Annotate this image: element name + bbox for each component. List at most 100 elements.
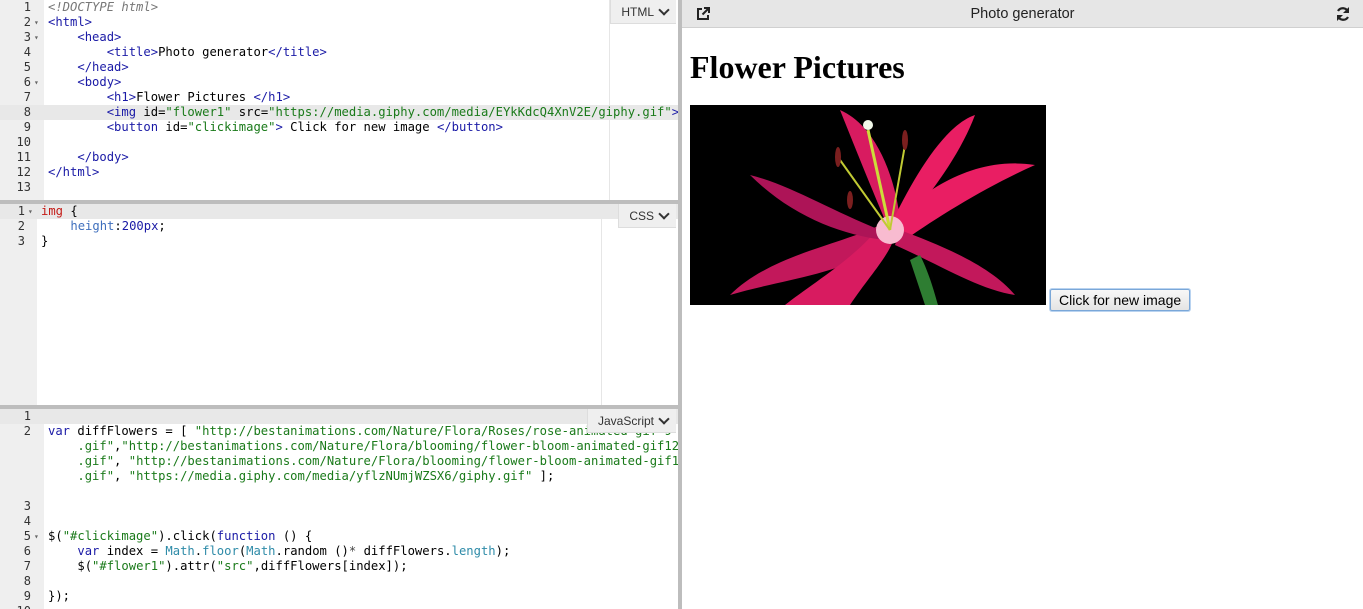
code-text: var index = Math.floor(Math.random ()* d… [77, 544, 511, 558]
code-line[interactable]: 10 [0, 135, 678, 150]
js-mode-select[interactable]: JavaScript [586, 409, 676, 433]
code-text: }); [48, 589, 71, 603]
code-text: <button id="clickimage"> Click for new i… [106, 120, 503, 134]
code-line[interactable]: 1 ▾ img { [0, 204, 678, 219]
preview-title: Photo generator [970, 6, 1075, 22]
page-heading: Flower Pictures [690, 49, 905, 85]
line-number: 7 [23, 559, 31, 573]
code-text: </head> [77, 60, 129, 74]
code-line[interactable] [0, 484, 678, 499]
code-line[interactable]: 3} [0, 234, 678, 249]
code-line[interactable]: 10 [0, 604, 678, 609]
preview-content: Flower Pictures Click for new image [690, 40, 1191, 311]
code-line[interactable]: 6 ▾ <body> [0, 75, 678, 90]
code-line[interactable]: 3 ▾ <head> [0, 30, 678, 45]
code-line[interactable]: 2 height:200px; [0, 219, 678, 234]
html-code-lines[interactable]: 1 <!DOCTYPE html> 2 ▾ <html> 3 ▾ <head> 4 <titl… [0, 0, 678, 195]
preview-toolbar: Photo generator [682, 0, 1363, 28]
fold-arrow-icon[interactable]: ▾ [34, 15, 39, 30]
code-line[interactable]: 4 [0, 514, 678, 529]
code-line[interactable]: 7 $("#flower1").attr("src",diffFlowers[i… [0, 559, 678, 574]
line-number: 6 [23, 75, 31, 89]
code-line[interactable]: .gif","http://bestanimations.com/Nature/… [0, 439, 678, 454]
code-text: height:200px; [70, 219, 166, 233]
line-number: 10 [0, 604, 31, 609]
code-line[interactable]: 2 ▾ <html> [0, 15, 678, 30]
line-number: 13 [16, 180, 31, 194]
line-number: 7 [23, 90, 31, 104]
code-text: $("#clickimage").click(function () { [48, 529, 313, 543]
fold-arrow-icon[interactable]: ▾ [34, 30, 39, 45]
code-text: <body> [77, 75, 122, 89]
line-number: 3 [23, 499, 31, 513]
code-text: <img id="flower1" src="https://media.gip… [106, 105, 678, 119]
line-number: 9 [23, 120, 31, 134]
html-mode-select[interactable]: HTML [610, 0, 676, 24]
code-text: <head> [77, 30, 122, 44]
code-text: </body> [77, 150, 129, 164]
code-text: } [41, 234, 49, 248]
line-number: 12 [16, 165, 31, 179]
line-number: 9 [23, 589, 31, 603]
line-number: 3 [23, 30, 31, 44]
code-text: var diffFlowers = [ "http://bestanimatio… [48, 424, 672, 438]
html-editor[interactable]: 1 <!DOCTYPE html> 2 ▾ <html> 3 ▾ <head> 4 <titl… [0, 0, 678, 200]
code-line[interactable]: 3 [0, 499, 678, 514]
code-line[interactable]: 7 <h1>Flower Pictures </h1> [0, 90, 678, 105]
code-line[interactable]: 1 <!DOCTYPE html> [0, 0, 678, 15]
code-line[interactable]: 12 </html> [0, 165, 678, 180]
flower-image [690, 105, 1046, 305]
code-text: <html> [48, 15, 93, 29]
code-line[interactable]: 9}); [0, 589, 678, 604]
line-number: 2 [17, 219, 25, 233]
line-number: 2 [23, 424, 31, 438]
line-number: 8 [23, 105, 31, 119]
css-mode-select[interactable]: CSS [618, 204, 676, 228]
preview-panel: Photo generator Flower Pictures Click fo… [682, 0, 1363, 609]
line-number: 6 [23, 544, 31, 558]
code-line[interactable]: 1 [0, 409, 678, 424]
line-number: 8 [23, 574, 31, 588]
code-text: .gif", "http://bestanimations.com/Nature… [77, 454, 678, 468]
code-text: </html> [48, 165, 100, 179]
new-image-button[interactable]: Click for new image [1050, 289, 1191, 311]
css-code-lines[interactable]: 1 ▾ img {2 height:200px; 3} [0, 204, 678, 249]
fold-arrow-icon[interactable]: ▾ [34, 529, 39, 544]
js-code-lines[interactable]: 1 2 var diffFlowers = [ "http://bestanimat… [0, 409, 678, 609]
chevron-down-icon [658, 3, 670, 16]
code-text: $("#flower1").attr("src",diffFlowers[ind… [77, 559, 408, 573]
code-line[interactable]: 8 <img id="flower1" src="https://media.g… [0, 105, 678, 120]
fold-arrow-icon[interactable]: ▾ [34, 75, 39, 90]
code-line[interactable]: 2 var diffFlowers = [ "http://bestanimati… [0, 424, 678, 439]
editor-panel: 1 <!DOCTYPE html> 2 ▾ <html> 3 ▾ <head> 4 <titl… [0, 0, 678, 609]
fold-arrow-icon[interactable]: ▾ [28, 204, 33, 219]
line-number: 11 [16, 150, 31, 164]
external-link-icon[interactable] [695, 6, 711, 22]
code-line[interactable]: 5 </head> [0, 60, 678, 75]
line-number: 1 [17, 204, 25, 218]
code-line[interactable]: 4 <title>Photo generator</title> [0, 45, 678, 60]
line-number: 4 [23, 45, 31, 59]
refresh-icon[interactable] [1335, 6, 1351, 22]
line-number: 10 [16, 135, 31, 149]
code-line[interactable]: .gif", "https://media.giphy.com/media/yf… [0, 469, 678, 484]
code-line[interactable]: 9 <button id="clickimage"> Click for new… [0, 120, 678, 135]
js-editor[interactable]: 1 2 var diffFlowers = [ "http://bestanimat… [0, 409, 678, 609]
code-text: <!DOCTYPE html> [48, 0, 159, 14]
code-line[interactable]: 13 [0, 180, 678, 195]
code-text: .gif", "https://media.giphy.com/media/yf… [77, 469, 555, 483]
chevron-down-icon [658, 412, 670, 425]
code-line[interactable]: 6 var index = Math.floor(Math.random ()*… [0, 544, 678, 559]
code-line[interactable]: 8 [0, 574, 678, 589]
line-number: 3 [17, 234, 25, 248]
code-text: <title>Photo generator</title> [106, 45, 327, 59]
chevron-down-icon [658, 207, 670, 220]
line-number: 1 [23, 0, 31, 14]
css-editor[interactable]: 1 ▾ img {2 height:200px; 3} CSS [0, 204, 678, 405]
line-number: 2 [23, 15, 31, 29]
code-line[interactable]: .gif", "http://bestanimations.com/Nature… [0, 454, 678, 469]
code-text: .gif","http://bestanimations.com/Nature/… [77, 439, 678, 453]
code-line[interactable]: 5 ▾ $("#clickimage").click(function () { [0, 529, 678, 544]
code-text: img { [41, 204, 78, 218]
code-line[interactable]: 11 </body> [0, 150, 678, 165]
